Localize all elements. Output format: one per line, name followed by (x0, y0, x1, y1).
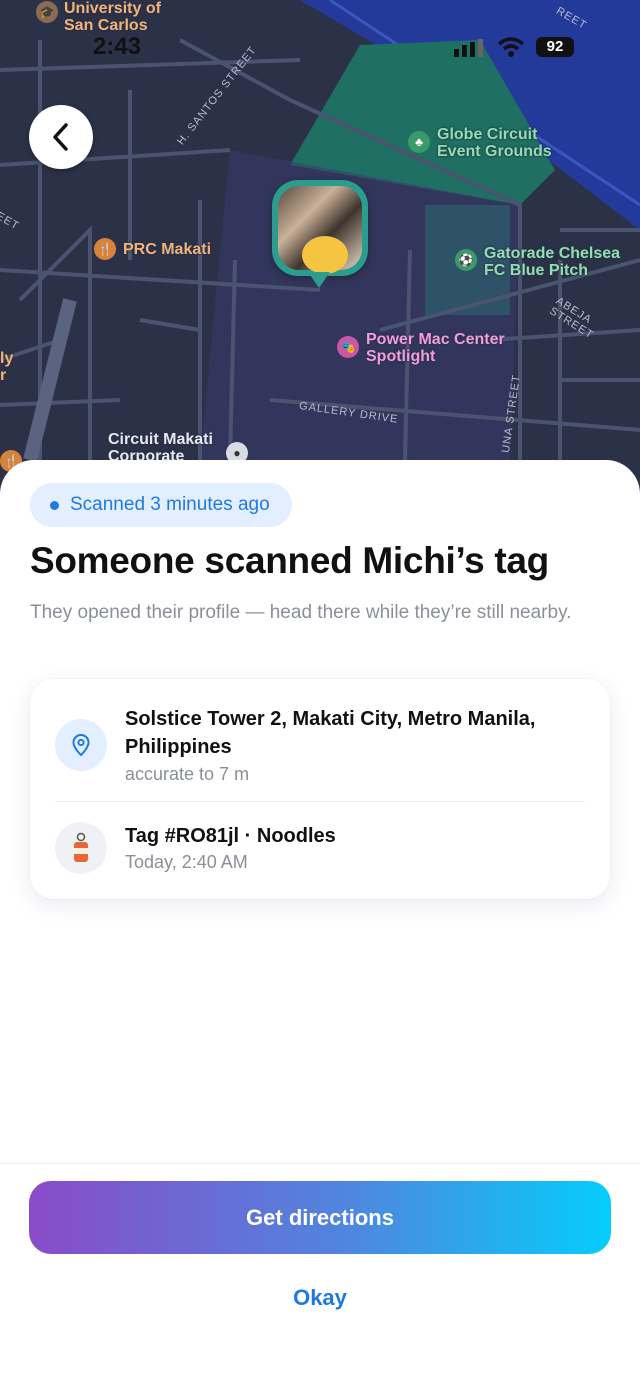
scanned-badge: Scanned 3 minutes ago (30, 483, 292, 527)
get-directions-label: Get directions (246, 1204, 394, 1230)
status-dot-icon (50, 500, 59, 510)
divider (55, 801, 585, 802)
back-button[interactable] (29, 105, 93, 169)
chevron-left-icon (53, 123, 68, 151)
map-label-globe: Globe Circuit Event Grounds (437, 126, 552, 160)
okay-button[interactable]: Okay (220, 1285, 420, 1311)
badge-label: Scanned 3 minutes ago (70, 494, 270, 515)
sheet-subtitle: They opened their profile — head there w… (30, 602, 572, 623)
signal-icon (454, 39, 483, 57)
pet-location-marker[interactable] (272, 180, 368, 276)
emoji-face-icon (302, 236, 348, 274)
tree-icon: ♣ (408, 131, 430, 153)
details-card: Solstice Tower 2, Makati City, Metro Man… (30, 679, 610, 899)
wifi-icon (497, 37, 525, 57)
map-label-prc: PRC Makati (123, 241, 212, 258)
status-time: 2:43 (93, 33, 142, 60)
tag-icon (55, 822, 107, 874)
theater-icon: 🎭 (337, 336, 359, 358)
map-label-gatorade: Gatorade Chelsea FC Blue Pitch (484, 245, 621, 279)
map-label-powermac: Power Mac Center Spotlight (366, 331, 505, 365)
battery-indicator: 92 (536, 37, 574, 57)
location-accuracy: accurate to 7 m (125, 764, 250, 784)
restaurant-icon: 🍴 (94, 238, 116, 260)
tag-id: Tag #RO81jl · Noodles (125, 825, 336, 847)
sheet-title: Someone scanned Michi’s tag (30, 540, 549, 581)
map-label-partial: ly r (0, 350, 14, 384)
bottom-sheet: Scanned 3 minutes ago Someone scanned Mi… (0, 460, 640, 1391)
get-directions-button[interactable]: Get directions (29, 1181, 611, 1254)
soccer-icon: ⚽ (455, 249, 477, 271)
location-address: Solstice Tower 2, Makati City, Metro Man… (125, 708, 536, 758)
tag-time: Today, 2:40 AM (125, 852, 248, 872)
status-bar: 2:43 92 (0, 0, 640, 90)
location-pin-icon (55, 719, 107, 771)
divider (0, 1163, 640, 1164)
marker-pointer (308, 272, 330, 288)
